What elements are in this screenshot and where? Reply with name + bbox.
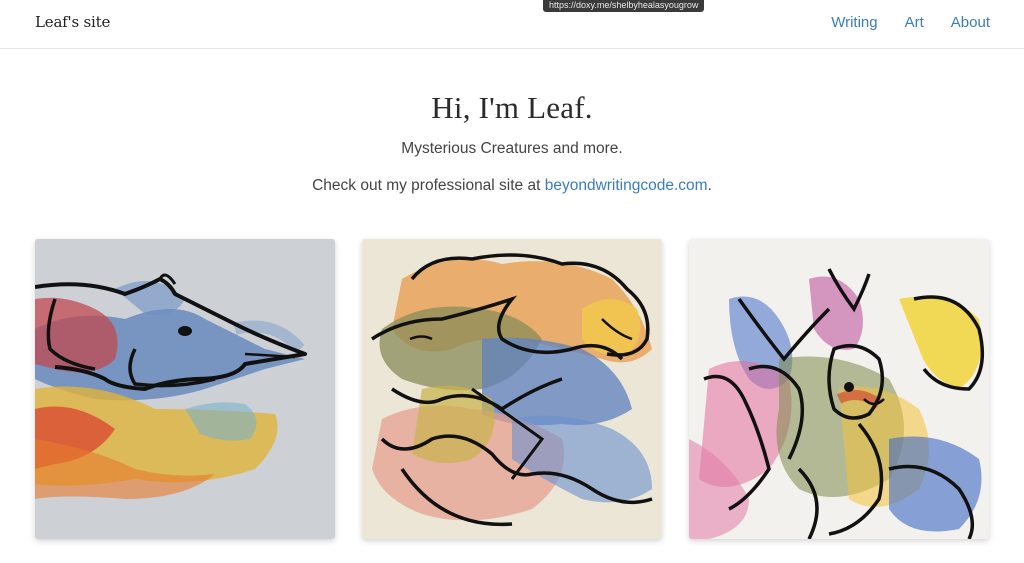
professional-suffix: . <box>707 177 712 194</box>
watercolor-fish-creature-image <box>35 239 335 539</box>
hero-section: Hi, I'm Leaf. Mysterious Creatures and m… <box>0 88 1024 196</box>
nav-link-about[interactable]: About <box>951 14 990 31</box>
nav-link-art[interactable]: Art <box>905 14 924 31</box>
gallery-card-1[interactable] <box>35 239 335 539</box>
gallery-card-2[interactable] <box>362 239 662 539</box>
art-gallery <box>35 239 989 539</box>
professional-site-line: Check out my professional site at beyond… <box>0 176 1024 196</box>
nav-link-writing[interactable]: Writing <box>831 14 877 31</box>
nav-links: Writing Art About <box>831 14 990 31</box>
link-status-tooltip: https://doxy.me/shelbyhealasyougrow <box>543 0 705 12</box>
professional-prefix: Check out my professional site at <box>312 177 545 194</box>
watercolor-cat-creature-image <box>689 239 989 539</box>
watercolor-bird-creature-image <box>362 239 662 539</box>
page-title: Hi, I'm Leaf. <box>431 90 593 125</box>
professional-site-link[interactable]: beyondwritingcode.com <box>545 177 708 194</box>
site-brand-link[interactable]: Leaf's site <box>35 13 110 31</box>
tagline: Mysterious Creatures and more. <box>401 140 623 157</box>
gallery-card-3[interactable] <box>689 239 989 539</box>
navbar: Leaf's site Writing Art About <box>0 0 1024 49</box>
